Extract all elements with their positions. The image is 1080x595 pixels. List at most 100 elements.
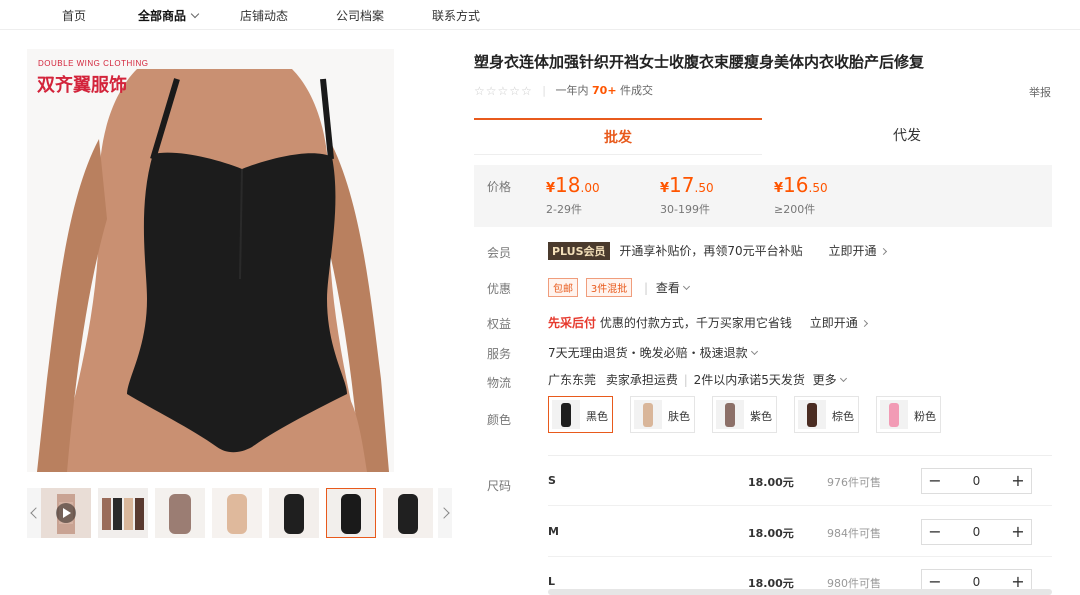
promo-view-toggle[interactable]: 查看 [655,281,690,295]
logistics-row: 广东东莞 卖家承担运费 | 2件以内承诺5天发货 更多 [548,371,847,388]
nav-contact[interactable]: 联系方式 [432,7,480,24]
color-option-brown[interactable]: 棕色 [794,396,859,433]
logistics-more-toggle[interactable]: 更多 [812,373,847,387]
size-stock: 976件可售 [827,476,881,489]
quantity-range: ≥200件 [774,203,816,216]
size-price: 18.00元 [748,527,794,540]
size-name: S [548,474,556,487]
chevron-right-icon [879,247,887,256]
thumbnail-image [212,488,262,538]
quantity-range: 2-29件 [546,203,582,216]
product-photo [27,49,394,472]
tab-dropship[interactable]: 代发 [762,118,1052,155]
price-integer: 17 [669,173,695,197]
currency-symbol: ¥ [546,181,556,196]
main-product-image[interactable]: DOUBLE WING CLOTHING 双齐翼服饰 [27,49,394,472]
color-name: 粉色 [914,410,936,423]
nav-store-news[interactable]: 店铺动态 [240,7,288,24]
plus-button[interactable]: + [1005,469,1031,493]
quantity-input[interactable]: 0 [948,469,1005,493]
price-label: 价格 [487,180,512,194]
thumbnail-strip [27,488,452,538]
thumbnail-image [155,488,205,538]
quantity-stepper: − 0 + [921,468,1032,494]
member-row: PLUS会员 开通享补贴价，再领70元平台补贴 立即开通 [548,242,887,260]
color-option-pink[interactable]: 粉色 [876,396,941,433]
thumb-prev-arrow-icon[interactable] [27,488,41,538]
rights-open-link[interactable]: 立即开通 [810,316,868,330]
purchase-tabs: 批发 代发 [474,118,1052,155]
nav-company-profile[interactable]: 公司档案 [336,7,384,24]
thumbnail-video[interactable] [41,488,91,538]
thumbnail-image [383,488,433,538]
price-tier: ¥18.00 2-29件 [546,173,600,217]
service-text: 7天无理由退货・晚发必赔・极速退款 [548,346,748,360]
pay-later-highlight: 先采后付 [548,316,597,330]
nav-home[interactable]: 首页 [62,7,86,24]
minus-button[interactable]: − [922,520,948,544]
nav-all-products-label: 全部商品 [138,9,187,23]
size-row: M 18.00元 984件可售 − 0 + [548,507,1052,557]
price-tiers: 价格 ¥18.00 2-29件 ¥17.50 30-199件 ¥16 .50 ≥2… [474,165,1052,227]
size-label: 尺码 [487,479,512,493]
color-name: 黑色 [586,410,608,423]
currency-symbol: ¥ [774,181,784,196]
size-name: M [548,525,559,538]
chevron-down-icon [750,347,758,356]
chevron-down-icon [839,374,847,383]
currency-symbol: ¥ [660,181,670,196]
sold-suffix: 件成交 [620,84,654,97]
thumbnail[interactable] [155,488,205,538]
price-integer: 16 [783,173,809,197]
color-thumbnail [634,400,662,429]
product-title: 塑身衣连体加强针织开裆女士收腹衣束腰瘦身美体内衣收胎产后修复 [474,53,925,71]
plus-button[interactable]: + [1005,520,1031,544]
color-thumbnail [880,400,908,429]
minus-button[interactable]: − [922,469,948,493]
top-nav: 首页 全部商品 店铺动态 公司档案 联系方式 [0,0,1080,30]
thumbnail[interactable] [383,488,433,538]
thumbnail[interactable] [212,488,262,538]
size-row: S 18.00元 976件可售 − 0 + [548,456,1052,506]
thumb-next-arrow-icon[interactable] [438,488,452,538]
thumbnail[interactable] [98,488,148,538]
logistics-more-label: 更多 [812,373,837,387]
member-open-link[interactable]: 立即开通 [828,244,887,258]
color-name: 棕色 [832,410,854,423]
chevron-down-icon [682,282,690,291]
divider: | [644,281,649,295]
service-row[interactable]: 7天无理由退货・晚发必赔・极速退款 [548,344,758,361]
chevron-right-icon [860,319,868,328]
quantity-input[interactable]: 0 [948,520,1005,544]
rights-label: 权益 [487,317,512,331]
color-thumbnail [552,400,580,429]
promo-row: 包邮 3件混批 | 查看 [548,278,690,297]
thumbnail-image [98,488,148,538]
tab-wholesale[interactable]: 批发 [474,118,762,155]
color-option-purple[interactable]: 紫色 [712,396,777,433]
price-tier: ¥17.50 30-199件 [660,173,714,217]
logistics-label: 物流 [487,376,512,390]
member-open-label: 立即开通 [828,244,877,258]
price-decimal: .50 [694,181,714,195]
color-name: 紫色 [750,410,772,423]
free-shipping-badge: 包邮 [548,278,578,297]
promo-view-label: 查看 [655,281,680,295]
quantity-stepper: − 0 + [921,519,1032,545]
service-label: 服务 [487,347,512,361]
size-name: L [548,575,556,588]
color-option-black[interactable]: 黑色 [548,396,613,433]
logistics-origin: 广东东莞 [548,373,597,387]
size-stock: 984件可售 [827,527,881,540]
report-link[interactable]: 举报 [1029,84,1051,100]
thumbnail-image [269,488,319,538]
divider: | [683,373,688,387]
thumbnail-selected[interactable] [326,488,376,538]
color-option-nude[interactable]: 肤色 [630,396,695,433]
brand-logo-cn: 双齐翼服饰 [37,75,127,96]
nav-all-products[interactable]: 全部商品 [138,7,200,24]
thumbnail[interactable] [269,488,319,538]
play-icon [56,503,76,523]
logistics-promise: 2件以内承诺5天发货 [693,373,805,387]
horizontal-scrollbar[interactable] [548,589,1052,595]
